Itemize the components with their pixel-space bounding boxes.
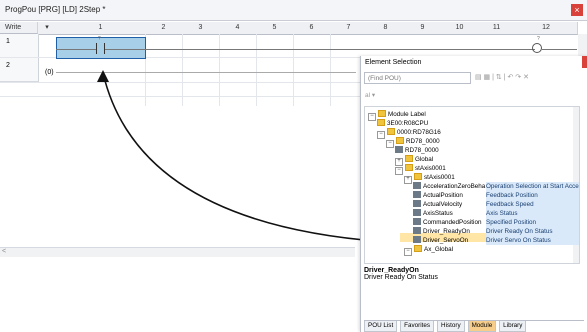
tree-item-label: 0000:RD78G16 <box>397 129 441 136</box>
tree-item-description: Axis Status <box>486 209 579 218</box>
tree-item-description: Specified Position <box>486 218 579 227</box>
label-icon <box>413 209 421 216</box>
tree-item-description: Driver Ready On Status <box>486 227 579 236</box>
tree-item-label: Global <box>415 156 434 163</box>
tree-item[interactable]: − Ax_Global <box>404 245 454 256</box>
tree-item-label: RD78_0000 <box>405 147 439 154</box>
tree-item[interactable]: RD78_0000 <box>395 146 439 155</box>
collapse-icon[interactable]: − <box>368 113 376 121</box>
tab-pou-list[interactable]: POU List <box>364 321 398 332</box>
tree-item-label: Ax_Global <box>424 246 454 253</box>
tree-item[interactable]: Driver_ServoOn Driver Servo On Status <box>413 236 579 245</box>
label-icon <box>413 227 421 234</box>
tree-item[interactable]: 3E00:R08CPU <box>377 119 428 128</box>
tree-item-label: AxisStatus <box>423 210 453 217</box>
tree-item-label: RD78_0000 <box>406 138 440 145</box>
tree-item[interactable]: − 0000:RD78G16 <box>377 128 441 139</box>
expand-icon[interactable]: + <box>404 176 412 184</box>
collapse-icon[interactable]: − <box>386 140 394 148</box>
tree-item[interactable]: + stAxis0001 <box>404 173 455 184</box>
element-selection-panel: Element Selection (Find POU) ▤ ▦ | ⇅ | ↶… <box>360 56 587 332</box>
tab-library[interactable]: Library <box>499 321 527 332</box>
label-icon <box>413 236 421 243</box>
tree-item-label: Driver_ServoOn <box>423 237 469 244</box>
bottom-tabs: POU List Favorites History Module Librar… <box>364 320 584 332</box>
element-selection-title: Element Selection <box>365 59 422 66</box>
folder-icon <box>405 164 413 171</box>
tree-item[interactable]: − Module Label <box>368 110 426 121</box>
tree-item[interactable]: − RD78_0000 <box>386 137 440 148</box>
tree-item-label: CommandedPosition <box>423 219 482 226</box>
label-icon <box>413 200 421 207</box>
tree-item-description: Driver Servo On Status <box>486 236 579 245</box>
search-input[interactable]: (Find POU) <box>364 72 471 84</box>
tab-history[interactable]: History <box>437 321 465 332</box>
folder-icon <box>377 119 385 126</box>
tree-item-label: AccelerationZeroBeha <box>423 183 486 190</box>
folder-icon <box>387 128 395 135</box>
tree-item-description: Operation Selection at Start Accelera <box>486 182 580 191</box>
collapse-icon[interactable]: − <box>395 167 403 175</box>
tree-item-description: Feedback Speed <box>486 200 579 209</box>
tree-item[interactable]: ActualPosition Feedback Position <box>413 191 579 200</box>
selected-label-name: Driver_ReadyOn <box>364 267 419 274</box>
collapse-icon[interactable]: − <box>404 248 412 256</box>
collapse-icon[interactable]: − <box>377 131 385 139</box>
folder-icon <box>378 110 386 117</box>
toolbar-icons[interactable]: ▤ ▦ | ⇅ | ↶ ↷ ✕ <box>475 73 585 84</box>
tab-favorites[interactable]: Favorites <box>400 321 435 332</box>
tree-item[interactable]: AccelerationZeroBeha Operation Selection … <box>413 182 579 191</box>
tree-item[interactable]: − stAxis0001 <box>395 164 446 175</box>
label-icon <box>413 191 421 198</box>
tree-item[interactable]: AxisStatus Axis Status <box>413 209 579 218</box>
folder-icon <box>414 245 422 252</box>
tree-item-label: Driver_ReadyOn <box>423 228 470 235</box>
folder-icon <box>414 173 422 180</box>
folder-icon <box>396 137 404 144</box>
label-icon <box>395 146 403 153</box>
tree-item-label: stAxis0001 <box>424 174 455 181</box>
tree-item-label: stAxis0001 <box>415 165 446 172</box>
close-icon[interactable] <box>582 56 587 68</box>
label-icon <box>413 218 421 225</box>
tree-item-description: Feedback Position <box>486 191 579 200</box>
description-panel: Driver_ReadyOn Driver Ready On Status <box>364 267 578 318</box>
module-label-tree[interactable]: − Module Label 3E00:R08CPU −0000:RD78G16− RD… <box>364 106 580 264</box>
tree-item[interactable]: + Global <box>395 155 434 166</box>
folder-icon <box>405 155 413 162</box>
tab-module[interactable]: Module <box>467 321 497 332</box>
arrow-head <box>97 70 109 82</box>
tree-item-label: ActualVelocity <box>423 201 463 208</box>
tree-item[interactable]: CommandedPosition Specified Position <box>413 218 579 227</box>
tree-item-label: 3E00:R08CPU <box>387 120 429 127</box>
filter-dropdown[interactable]: al ▾ <box>365 91 375 99</box>
tree-item-label: Module Label <box>388 111 426 118</box>
tree-item-label: ActualPosition <box>423 192 463 199</box>
label-icon <box>413 182 421 189</box>
tree-item[interactable]: Driver_ReadyOn Driver Ready On Status <box>413 227 579 236</box>
selected-label-description: Driver Ready On Status <box>364 274 438 281</box>
tree-item[interactable]: ActualVelocity Feedback Speed <box>413 200 579 209</box>
